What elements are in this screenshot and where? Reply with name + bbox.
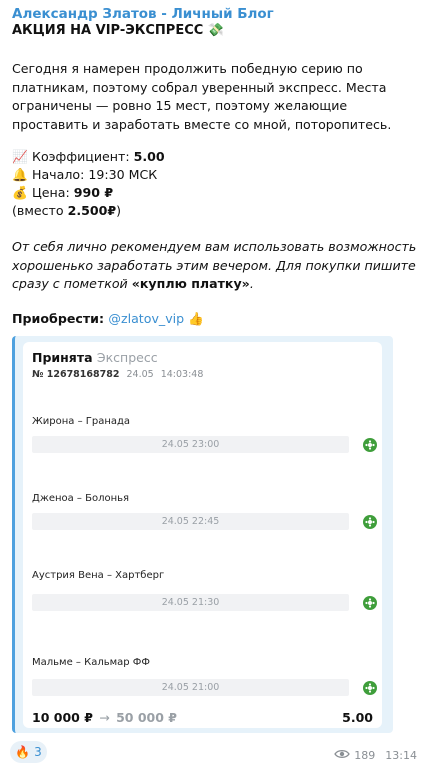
start-line: 🔔 Начало: 19:30 МСК: [12, 167, 157, 183]
instead-value: 2.500₽: [67, 203, 117, 218]
price-value: 990 ₽: [73, 185, 114, 200]
match-teams: Мальме – Кальмар ФФ: [32, 657, 151, 668]
match-datetime: 24.05 21:00: [32, 679, 349, 696]
bet-total-coef: 5.00: [342, 710, 373, 725]
recommend-end: .: [249, 276, 254, 291]
match-datetime: 24.05 23:00: [32, 436, 349, 453]
chart-icon: 📈: [12, 149, 28, 164]
match-status-icon: [363, 438, 377, 452]
eye-icon: [334, 749, 351, 762]
price-line: 💰 Цена: 990 ₽: [12, 185, 113, 201]
match-teams: Дженоа – Болонья: [32, 493, 130, 504]
bet-kind: Экспресс: [96, 350, 158, 365]
bet-date: 24.05: [126, 369, 154, 380]
bet-status-label: Принята: [32, 350, 93, 365]
view-count: 189: [354, 749, 376, 762]
match-teams: Аустрия Вена – Хартберг: [32, 570, 165, 581]
bell-icon: 🔔: [12, 167, 28, 182]
fire-icon: 🔥: [15, 745, 31, 759]
post-time: 13:14: [385, 749, 417, 762]
buy-label: Приобрести:: [12, 311, 109, 326]
bet-meta: № 12678168782 24.05 14:03:48: [32, 369, 203, 380]
match-status-icon: [363, 515, 377, 529]
thumbs-up-icon: 👍: [188, 311, 204, 326]
reaction-button[interactable]: 🔥 3: [10, 741, 47, 763]
channel-name[interactable]: Александр Златов - Личный Блог: [12, 6, 274, 22]
match-datetime: 24.05 21:30: [32, 594, 349, 611]
buy-link[interactable]: @zlatov_vip: [108, 311, 184, 326]
coef-label: Коэффициент:: [32, 149, 134, 164]
instead-prefix: (вместо: [12, 203, 68, 218]
post-title: АКЦИЯ НА VIP-ЭКСПРЕСС 💸: [12, 23, 225, 38]
instead-suffix: ): [116, 203, 122, 218]
reaction-count: 3: [34, 745, 42, 759]
intro-text: Сегодня я намерен продолжить победную се…: [12, 61, 392, 132]
instead-line: (вместо 2.500₽): [12, 203, 121, 218]
coef-value: 5.00: [133, 149, 165, 164]
price-label: Цена:: [32, 185, 74, 200]
match-teams: Жирона – Гранада: [32, 416, 131, 427]
match-datetime: 24.05 22:45: [32, 513, 349, 530]
bet-win: 50 000 ₽: [116, 710, 177, 725]
money-bag-icon: 💰: [12, 185, 28, 200]
match-status-icon: [363, 596, 377, 610]
bet-totals: 10 000 ₽ → 50 000 ₽: [32, 710, 177, 725]
bet-stake: 10 000 ₽: [32, 710, 93, 725]
bet-card-preview[interactable]: Принята Экспресс № 12678168782 24.05 14:…: [12, 336, 393, 733]
bet-number: № 12678168782: [32, 369, 120, 380]
start-label: Начало: 19:30 МСК: [32, 167, 158, 182]
bet-card: Принята Экспресс № 12678168782 24.05 14:…: [23, 342, 382, 728]
coef-line: 📈 Коэффициент: 5.00: [12, 149, 165, 165]
arrow-right-icon: →: [99, 710, 110, 725]
recommend-quote: «куплю платку»: [131, 276, 250, 291]
bet-time: 14:03:48: [160, 369, 204, 380]
bet-status: Принята Экспресс: [32, 350, 158, 365]
buy-line: Приобрести: @zlatov_vip 👍: [12, 311, 204, 327]
message-footer: 189 13:14: [334, 749, 417, 762]
recommend-text: От себя лично рекомендуем вам использова…: [12, 238, 417, 294]
match-status-icon: [363, 681, 377, 695]
message-bubble: Александр Златов - Личный Блог АКЦИЯ НА …: [0, 0, 425, 772]
